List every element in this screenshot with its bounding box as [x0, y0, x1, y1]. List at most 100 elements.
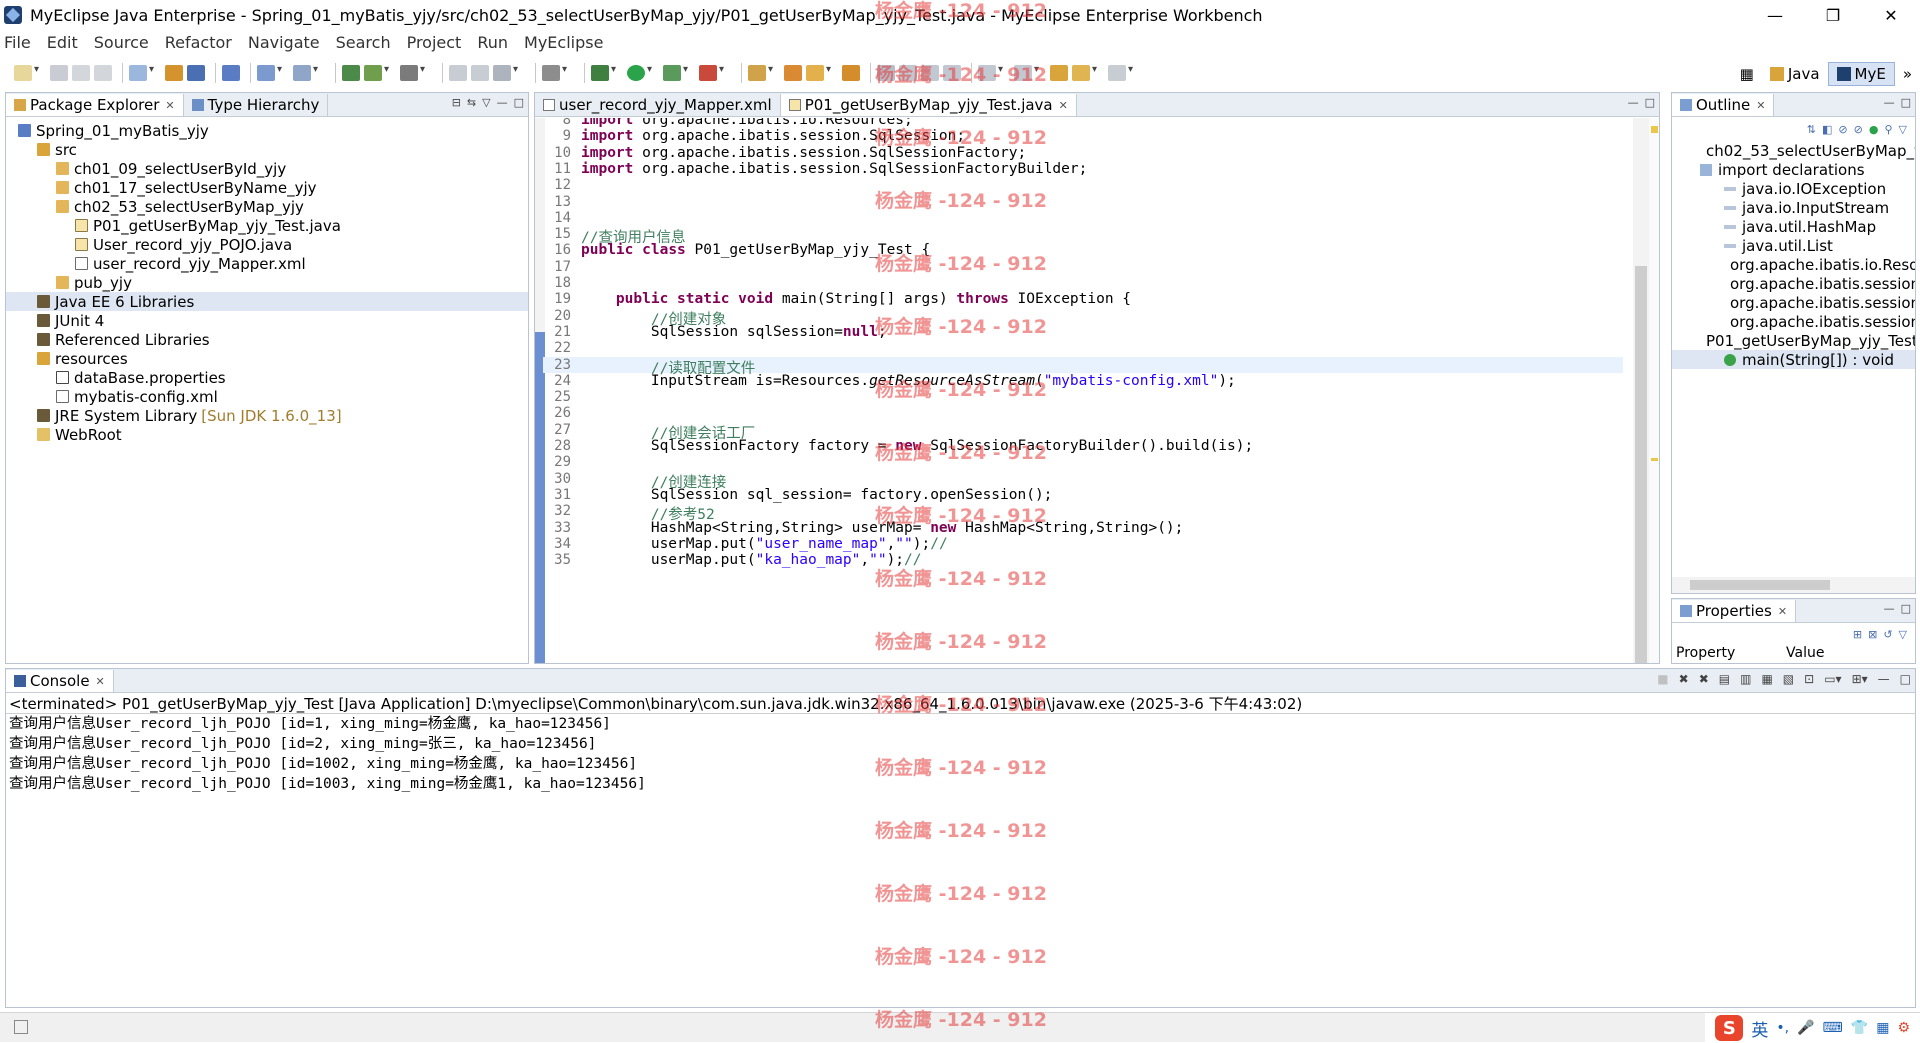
ime-settings-icon[interactable]: ⚙	[1897, 1020, 1910, 1036]
keyboard-icon[interactable]: ⌨	[1823, 1020, 1843, 1036]
outline-item[interactable]: ch02_53_selectUserByMap_yjy	[1672, 141, 1915, 160]
outline-item[interactable]: java.io.IOException	[1672, 179, 1915, 198]
link-icon[interactable]: ⚲	[1884, 123, 1892, 136]
toolbox-icon[interactable]: ▦	[1876, 1020, 1889, 1036]
menu-search[interactable]: Search	[336, 33, 391, 52]
hide-static-icon[interactable]: ⊘	[1838, 123, 1847, 136]
outline-scroll-thumb[interactable]	[1690, 580, 1830, 590]
prev-annotation-icon[interactable]	[1014, 64, 1039, 81]
project-icon-tb[interactable]	[165, 65, 183, 81]
collapse-all-icon[interactable]: ⊟	[452, 96, 461, 109]
close-tab-icon[interactable]: ✕	[1059, 99, 1068, 112]
close-tab-icon[interactable]: ✕	[1778, 605, 1787, 618]
external-tools-icon[interactable]	[699, 64, 724, 81]
report-icon[interactable]	[493, 64, 518, 81]
view-menu-icon[interactable]: ▽	[482, 96, 490, 109]
open-type-icon[interactable]	[129, 64, 154, 81]
close-window-button[interactable]: ✕	[1862, 0, 1920, 30]
save-icon[interactable]	[50, 65, 68, 81]
minimize-view-icon[interactable]: —	[497, 96, 508, 109]
restore-default-icon[interactable]: ↺	[1883, 628, 1892, 641]
view-menu-icon[interactable]: ▽	[1899, 628, 1907, 641]
outline-item[interactable]: org.apache.ibatis.io.Resources	[1672, 255, 1915, 274]
editor-vertical-scrollbar[interactable]	[1633, 118, 1649, 663]
outline-item[interactable]: java.util.HashMap	[1672, 217, 1915, 236]
tree-item[interactable]: src	[6, 140, 528, 159]
ime-language[interactable]: 英	[1751, 1016, 1768, 1041]
tab-console[interactable]: Console ✕	[6, 670, 114, 692]
tree-item[interactable]: mybatis-config.xml	[6, 387, 528, 406]
outline-item[interactable]: main(String[]) : void	[1672, 350, 1915, 369]
tab-package-explorer[interactable]: Package Explorer ✕	[6, 94, 184, 116]
outline-item[interactable]: java.util.List	[1672, 236, 1915, 255]
tree-item[interactable]: JRE System Library [Sun JDK 1.6.0_13]	[6, 406, 528, 425]
tree-item[interactable]: ch02_53_selectUserByMap_yjy	[6, 197, 528, 216]
minimize-view-icon[interactable]: —	[1884, 602, 1895, 615]
tree-item[interactable]: User_record_yjy_POJO.java	[6, 235, 528, 254]
tree-item[interactable]: pub_yjy	[6, 273, 528, 292]
hide-nonpublic-icon[interactable]: ⊘	[1854, 123, 1863, 136]
categories-icon[interactable]: ⊞	[1853, 628, 1862, 641]
menu-project[interactable]: Project	[407, 33, 462, 52]
sort-icon[interactable]: ⇅	[1807, 123, 1816, 136]
tree-item[interactable]: Referenced Libraries	[6, 330, 528, 349]
print-icon[interactable]	[94, 65, 112, 81]
close-tab-icon[interactable]: ✕	[96, 675, 105, 688]
edit-icon[interactable]	[899, 65, 917, 81]
display-console-icon[interactable]: ▭▾	[1824, 672, 1841, 686]
toggle-icon[interactable]	[921, 65, 939, 81]
debug-icon[interactable]	[591, 64, 616, 81]
database-icon[interactable]	[342, 65, 360, 81]
close-tab-icon[interactable]: ✕	[165, 99, 174, 112]
tree-item[interactable]: ch01_17_selectUserByName_yjy	[6, 178, 528, 197]
new-web-icon[interactable]	[257, 64, 282, 81]
outline-item[interactable]: import declarations	[1672, 160, 1915, 179]
outline-item[interactable]: org.apache.ibatis.session.SqlSessionFact…	[1672, 312, 1915, 331]
ime-punctuation[interactable]: •,	[1776, 1020, 1789, 1036]
console-horizontal-scrollbar[interactable]	[6, 991, 1900, 1007]
hide-local-icon[interactable]: ●	[1869, 123, 1879, 136]
minimize-view-icon[interactable]: —	[1628, 96, 1639, 109]
close-tab-icon[interactable]: ✕	[1756, 99, 1765, 112]
tree-item[interactable]: dataBase.properties	[6, 368, 528, 387]
console-vertical-scrollbar[interactable]	[1899, 715, 1915, 1007]
search-icon[interactable]	[877, 65, 895, 81]
server-icon[interactable]	[222, 65, 240, 81]
tab-outline[interactable]: Outline ✕	[1672, 94, 1775, 116]
menu-file[interactable]: File	[4, 33, 31, 52]
new-class-icon[interactable]	[806, 64, 831, 81]
tree-item[interactable]: Spring_01_myBatis_yjy	[6, 121, 528, 140]
tab-properties[interactable]: Properties ✕	[1672, 600, 1797, 622]
scroll-lock-icon[interactable]: ▥	[1740, 672, 1751, 686]
tree-item[interactable]: WebRoot	[6, 425, 528, 444]
open-console-icon[interactable]: ⊞▾	[1852, 672, 1868, 686]
link-icon[interactable]	[449, 65, 467, 81]
deploy-server-icon[interactable]	[400, 64, 425, 81]
outline-item[interactable]: P01_getUserByMap_yjy_Test	[1672, 331, 1915, 350]
tree-item[interactable]: user_record_yjy_Mapper.xml	[6, 254, 528, 273]
hide-fields-icon[interactable]: ◧	[1822, 123, 1832, 136]
tab-test-java[interactable]: P01_getUserByMap_yjy_Test.java ✕	[780, 94, 1077, 116]
console-output[interactable]: 查询用户信息User_record_ljh_POJO [id=1, xing_m…	[6, 713, 1915, 794]
maximize-view-icon[interactable]: □	[514, 96, 524, 109]
remove-launch-icon[interactable]: ✖	[1679, 672, 1689, 686]
skin-icon[interactable]: 👕	[1851, 1020, 1868, 1036]
view-menu-icon[interactable]: ▽	[1899, 123, 1907, 136]
new-icon[interactable]	[14, 64, 39, 81]
menu-run[interactable]: Run	[477, 33, 508, 52]
tree-item[interactable]: ch01_09_selectUserById_yjy	[6, 159, 528, 178]
unlink-icon[interactable]	[471, 65, 489, 81]
outline-item[interactable]: java.io.InputStream	[1672, 198, 1915, 217]
advanced-icon[interactable]: ⊠	[1868, 628, 1877, 641]
java-perspective[interactable]: Java	[1762, 62, 1828, 86]
tree-item[interactable]: JUnit 4	[6, 311, 528, 330]
minimize-button[interactable]: —	[1746, 0, 1804, 30]
more-perspectives[interactable]: »	[1895, 62, 1920, 86]
code-editor[interactable]: 8 import org.apache.ibatis.io.Resources; 9…	[535, 118, 1635, 663]
sql-icon[interactable]	[364, 64, 389, 81]
restore-button[interactable]: ❐	[1804, 0, 1862, 30]
sogou-ime-icon[interactable]: S	[1715, 1015, 1744, 1041]
pin-console-icon[interactable]: ⊡	[1804, 672, 1814, 686]
outline-horizontal-scrollbar[interactable]	[1672, 577, 1915, 593]
myeclipse-perspective[interactable]: MyE	[1827, 62, 1895, 86]
